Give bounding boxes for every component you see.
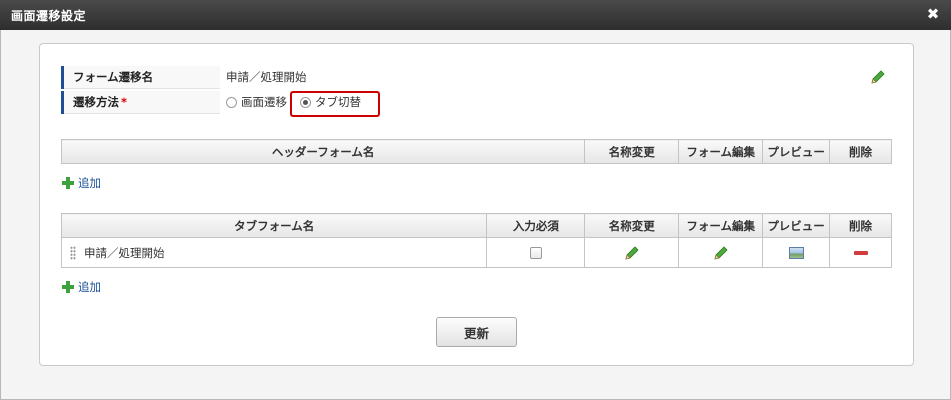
tab-form-table: タブフォーム名 入力必須 名称変更 フォーム編集 プレビュー 削除 申請／処理開… bbox=[60, 213, 892, 268]
col-form-edit: フォーム編集 bbox=[678, 139, 764, 164]
plus-icon bbox=[62, 177, 74, 189]
form-name-value-cell: 申請／処理開始 bbox=[220, 66, 892, 89]
rename-cell bbox=[584, 237, 680, 268]
table-header-row: ヘッダーフォーム名 名称変更 フォーム編集 プレビュー 削除 bbox=[60, 139, 892, 164]
dialog-body: フォーム遷移名 申請／処理開始 遷移方法 * 画面遷移 タブ切替 ヘッダーフォー… bbox=[0, 30, 951, 400]
update-button[interactable]: 更新 bbox=[436, 317, 517, 347]
add-label: 追加 bbox=[78, 176, 101, 190]
dialog-titlebar: 画面遷移設定 ✖ bbox=[0, 0, 951, 30]
plus-icon bbox=[62, 281, 74, 293]
col-delete: 削除 bbox=[829, 139, 892, 164]
dialog-title: 画面遷移設定 bbox=[11, 9, 87, 23]
form-name-value: 申請／処理開始 bbox=[226, 70, 307, 84]
col-required: 入力必須 bbox=[486, 213, 586, 238]
col-rename: 名称変更 bbox=[584, 139, 680, 164]
preview-icon[interactable] bbox=[788, 247, 804, 259]
form-edit-cell bbox=[678, 237, 764, 268]
add-header-form-link[interactable]: 追加 bbox=[62, 175, 101, 191]
table-row[interactable]: 申請／処理開始 bbox=[60, 237, 892, 268]
pencil-icon[interactable] bbox=[624, 245, 640, 261]
form-name-label: フォーム遷移名 bbox=[61, 66, 218, 89]
tab-form-name: 申請／処理開始 bbox=[84, 245, 165, 260]
add-label: 追加 bbox=[78, 280, 101, 294]
highlight-box bbox=[290, 91, 380, 117]
tab-form-name-cell: 申請／処理開始 bbox=[60, 237, 488, 268]
delete-cell bbox=[829, 237, 892, 268]
settings-panel: フォーム遷移名 申請／処理開始 遷移方法 * 画面遷移 タブ切替 ヘッダーフォー… bbox=[39, 43, 914, 366]
required-cell bbox=[486, 237, 586, 268]
close-icon[interactable]: ✖ bbox=[925, 5, 941, 23]
required-checkbox[interactable] bbox=[529, 247, 542, 259]
col-header-form-name: ヘッダーフォーム名 bbox=[60, 139, 586, 164]
col-tab-form-name: タブフォーム名 bbox=[60, 213, 488, 238]
col-preview: プレビュー bbox=[762, 213, 831, 238]
drag-handle-icon[interactable] bbox=[70, 246, 76, 260]
preview-cell bbox=[762, 237, 831, 268]
col-rename: 名称変更 bbox=[584, 213, 680, 238]
col-delete: 削除 bbox=[829, 213, 892, 238]
pencil-icon[interactable] bbox=[713, 245, 729, 261]
col-preview: プレビュー bbox=[762, 139, 831, 164]
radio-option-screen[interactable]: 画面遷移 bbox=[226, 91, 287, 114]
header-form-table: ヘッダーフォーム名 名称変更 フォーム編集 プレビュー 削除 bbox=[60, 139, 892, 164]
method-label: 遷移方法 * bbox=[61, 91, 218, 114]
pencil-icon[interactable] bbox=[870, 69, 886, 85]
minus-icon[interactable] bbox=[853, 251, 868, 255]
table-header-row: タブフォーム名 入力必須 名称変更 フォーム編集 プレビュー 削除 bbox=[60, 213, 892, 238]
col-form-edit: フォーム編集 bbox=[678, 213, 764, 238]
method-row: 遷移方法 * 画面遷移 タブ切替 bbox=[61, 91, 892, 114]
radio-icon[interactable] bbox=[226, 97, 237, 108]
radio-label: 画面遷移 bbox=[241, 95, 287, 109]
form-name-row: フォーム遷移名 申請／処理開始 bbox=[61, 66, 892, 89]
add-tab-form-link[interactable]: 追加 bbox=[62, 279, 101, 295]
required-mark: * bbox=[121, 95, 128, 109]
